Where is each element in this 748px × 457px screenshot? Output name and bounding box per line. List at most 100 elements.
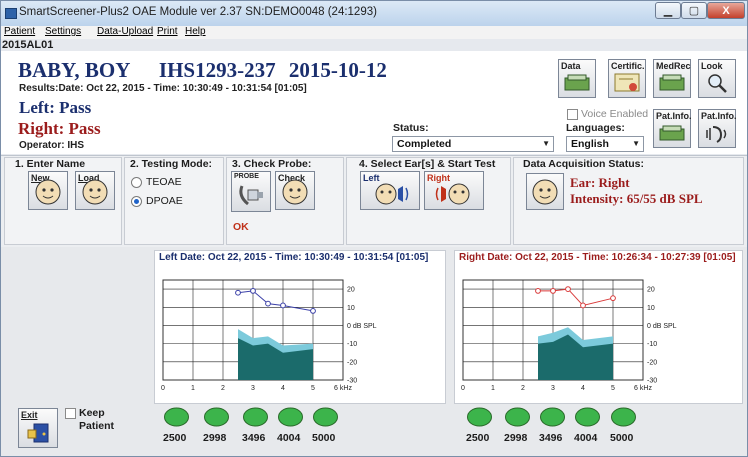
look-button-label: Look	[701, 61, 723, 71]
right-y-tick-label: -10	[647, 341, 657, 348]
right-y-tick-label: 20	[647, 287, 655, 294]
medrec-button[interactable]: MedRec	[653, 59, 691, 98]
certificate-icon	[614, 73, 640, 92]
data-button[interactable]: Data	[558, 59, 596, 98]
voice-enabled-label: Voice Enabled	[581, 108, 649, 120]
exit-button-label: Exit	[21, 410, 38, 420]
left-ear-icon	[375, 183, 409, 205]
status-value: Completed	[397, 138, 452, 150]
patinfo-button-2[interactable]: Pat.Info.	[698, 109, 737, 148]
medrec-button-label: MedRec	[656, 61, 691, 71]
right-result: Right: Pass	[18, 119, 101, 138]
keep-patient-label-2: Patient	[79, 420, 115, 432]
menu-settings[interactable]: Settings	[45, 26, 81, 37]
menu-data-upload[interactable]: Data-Upload	[97, 26, 153, 37]
left-freq-label: 2500	[163, 432, 187, 444]
left-x-tick-label: 6 kHz	[334, 385, 352, 392]
load-patient-button[interactable]: Load	[75, 171, 115, 210]
menu-help[interactable]: Help	[185, 26, 206, 37]
acquisition-ear: Ear: Right	[570, 175, 630, 190]
voice-enabled-checkbox[interactable]: Voice Enabled	[567, 108, 648, 120]
left-y-tick-label: -20	[347, 359, 357, 366]
right-dp-point	[550, 288, 556, 294]
acquisition-title: Data Acquisition Status:	[523, 158, 644, 170]
check-probe-button[interactable]: Check	[275, 171, 315, 210]
right-freq-indicator	[573, 407, 602, 427]
magnifier-icon	[708, 74, 727, 93]
patient-name: BABY, BOY IHS1293-237 2015-10-12	[18, 58, 387, 83]
records-icon	[659, 74, 685, 91]
left-result: Left: Pass	[19, 98, 92, 117]
certificate-button[interactable]: Certific.	[608, 59, 646, 98]
close-button[interactable]: X	[707, 2, 745, 19]
right-ear-icon	[435, 183, 470, 205]
baby-face-icon	[282, 179, 308, 205]
exit-button[interactable]: Exit	[18, 408, 58, 448]
right-dp-point	[580, 302, 586, 309]
left-y-tick-label: -10	[347, 341, 357, 348]
left-y-tick-label: 0 dB SPL	[347, 323, 377, 330]
left-freq-indicator	[202, 407, 231, 427]
menu-bar: Patient Settings Data-Upload Print Help	[1, 26, 747, 39]
right-ear-button[interactable]: Right	[424, 171, 484, 210]
acquisition-face	[526, 173, 564, 210]
left-dp-point	[235, 289, 241, 296]
patinfo-button-1-label: Pat.Info.	[656, 111, 692, 121]
probe-label: PROBE	[234, 173, 259, 180]
results-date: Results:Date: Oct 22, 2015 - Time: 10:30…	[19, 83, 307, 94]
baby-face-icon	[82, 179, 108, 205]
keep-patient-checkbox[interactable]: Keep	[65, 407, 105, 419]
teoae-radio[interactable]: TEOAE	[131, 176, 182, 188]
right-y-tick-label: 0 dB SPL	[647, 323, 677, 330]
right-y-tick-label: 10	[647, 305, 655, 312]
keep-label: Keep	[79, 407, 105, 419]
right-freq-indicator	[465, 407, 494, 427]
operator: Operator: IHS	[19, 140, 85, 151]
teoae-label: TEOAE	[146, 176, 182, 188]
status-select[interactable]: Completed ▼	[392, 136, 554, 152]
language-select[interactable]: English ▼	[566, 136, 644, 152]
radio-dot-selected	[131, 195, 142, 207]
baby-face-icon	[532, 179, 558, 205]
left-chart-title: Left Date: Oct 22, 2015 - Time: 10:30:49…	[159, 252, 429, 263]
menu-patient[interactable]: Patient	[4, 26, 35, 37]
left-freq-label: 4004	[277, 432, 301, 444]
database-icon	[564, 74, 590, 91]
app-icon	[5, 8, 17, 19]
title-bar: SmartScreener-Plus2 OAE Module ver 2.37 …	[1, 1, 747, 26]
right-freq-label: 2500	[466, 432, 490, 444]
menu-print[interactable]: Print	[157, 26, 178, 37]
step-2-title: 2. Testing Mode:	[130, 158, 213, 170]
right-dpoae-chart: 0 1 2 3 4 5 6 kHz 20 10 0 dB SPL -10 -20 -30	[461, 279, 677, 392]
chevron-down-icon: ▼	[632, 139, 640, 148]
probe-status: OK	[233, 221, 249, 233]
patinfo-button-1[interactable]: Pat.Info.	[653, 109, 692, 148]
right-x-tick-label: 6 kHz	[634, 385, 652, 392]
language-label: Languages:	[566, 122, 625, 134]
left-x-tick-label: 5	[311, 385, 315, 392]
right-y-tick-label: -30	[647, 378, 657, 385]
right-x-tick-label: 5	[611, 385, 615, 392]
left-x-tick-label: 4	[281, 385, 285, 392]
right-x-tick-label: 2	[521, 385, 525, 392]
minimize-button[interactable]: ▁	[655, 2, 681, 19]
baby-face-icon	[35, 179, 61, 205]
left-dp-point	[265, 300, 271, 307]
acquisition-intensity: Intensity: 65/55 dB SPL	[570, 191, 703, 206]
patient-id: IHS1293-237	[158, 58, 276, 82]
look-button[interactable]: Look	[698, 59, 736, 98]
right-x-tick-label: 4	[581, 385, 585, 392]
status-label: Status:	[393, 122, 429, 134]
right-freq-indicator	[503, 407, 532, 427]
maximize-button[interactable]: ▢	[681, 2, 707, 19]
left-freq-indicator	[162, 407, 191, 427]
left-freq-label: 3496	[242, 432, 266, 444]
dpoae-radio[interactable]: DPOAE	[131, 195, 183, 207]
new-patient-button[interactable]: New	[28, 171, 68, 210]
left-freq-label: 5000	[312, 432, 336, 444]
right-freq-label: 3496	[539, 432, 563, 444]
data-button-label: Data	[561, 61, 581, 71]
left-x-tick-label: 3	[251, 385, 255, 392]
left-x-tick-label: 0	[161, 385, 165, 392]
left-ear-button[interactable]: Left	[360, 171, 420, 210]
